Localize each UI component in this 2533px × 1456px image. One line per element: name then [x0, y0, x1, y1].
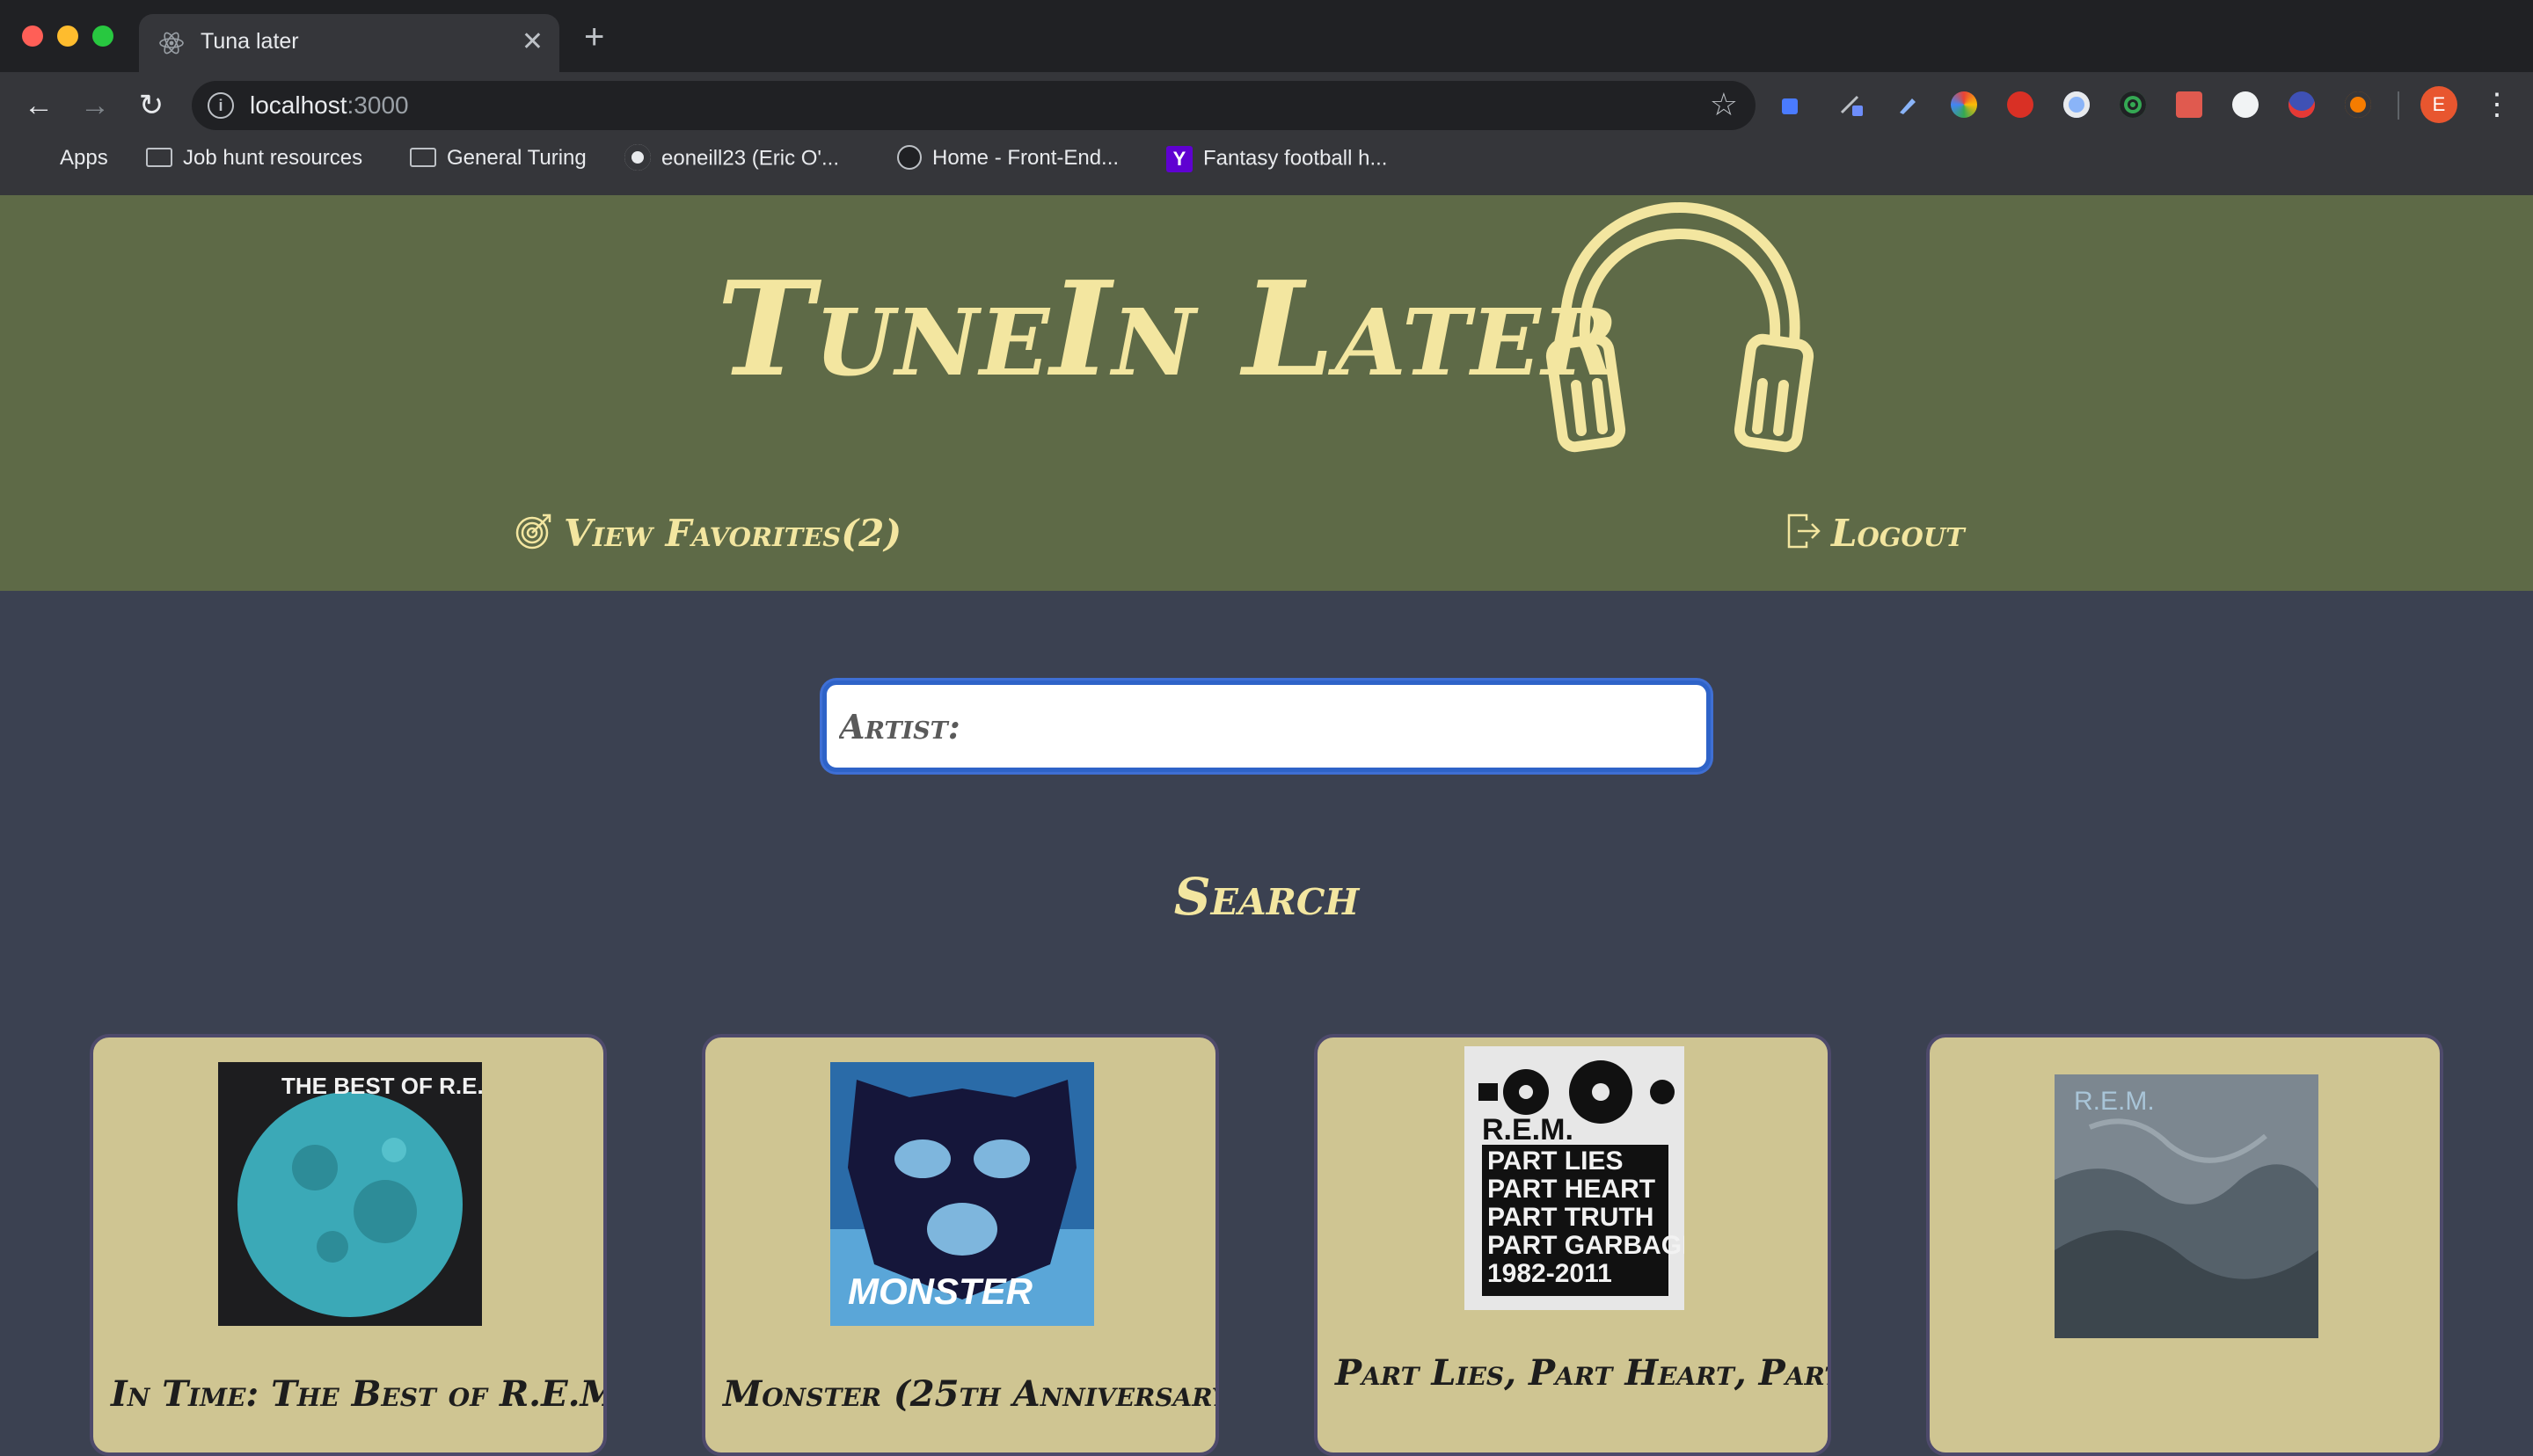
turing-icon: [897, 144, 922, 170]
bookmark-apps[interactable]: Apps: [25, 146, 108, 171]
art-caption-line: PART TRUTH: [1487, 1203, 1653, 1232]
album-art: R.E.M. PART LIES PART HEART PART TRUTH PART …: [1464, 1046, 1684, 1310]
window-close-button[interactable]: [22, 25, 43, 47]
bookmark-star-icon[interactable]: ☆: [1710, 86, 1738, 123]
bookmark-label: Apps: [60, 146, 108, 170]
search-button[interactable]: Search: [1135, 866, 1398, 928]
toolbar-divider: [2398, 91, 2399, 120]
browser-chrome: Tuna later ✕ + ← → ↻ i localhost:3000 ☆ …: [0, 0, 2533, 195]
window-minimize-button[interactable]: [57, 25, 78, 47]
url-host: localhost: [250, 91, 347, 119]
url-text[interactable]: localhost:3000: [250, 91, 409, 120]
headphones-icon: [1545, 202, 1814, 453]
folder-icon: [146, 147, 172, 167]
artist-search-input[interactable]: [827, 685, 1706, 768]
art-caption-line: 1982-2011: [1487, 1259, 1612, 1288]
stop-hand-extension-icon[interactable]: [2007, 91, 2033, 118]
artist-search-field[interactable]: [822, 681, 1711, 772]
extension-icon-9[interactable]: [2232, 91, 2259, 118]
bookmark-label: Home - Front-End...: [932, 146, 1120, 170]
apps-grid-icon: [25, 145, 49, 170]
react-icon: [159, 32, 184, 55]
app-header: TuneIn Later View Favorites(2) Logout: [0, 195, 2533, 591]
album-card[interactable]: MONSTER Monster (25th Anniversary: [702, 1034, 1219, 1456]
new-tab-button[interactable]: +: [584, 19, 604, 55]
art-caption-line: R.E.M.: [1482, 1113, 1573, 1147]
art-caption-line: PART LIES: [1487, 1147, 1623, 1176]
profile-avatar[interactable]: E: [2420, 86, 2457, 123]
folder-icon: [410, 147, 436, 167]
extension-icon-1[interactable]: [1782, 98, 1798, 114]
bookmark-label: Job hunt resources: [183, 146, 363, 170]
album-title: Part Lies, Part Heart, Part: [1335, 1352, 1831, 1394]
extension-icon-8[interactable]: [2176, 91, 2202, 118]
album-card[interactable]: R.E.M.: [1926, 1034, 2443, 1456]
color-picker-extension-icon[interactable]: [1951, 91, 1977, 118]
logout-icon: [1787, 513, 1821, 549]
window-zoom-button[interactable]: [92, 25, 113, 47]
extension-icon-7[interactable]: [2120, 91, 2146, 118]
bookmark-general-turing[interactable]: General Turing: [410, 146, 587, 171]
bookmark-label: Fantasy football h...: [1203, 146, 1388, 171]
bookmark-github[interactable]: eoneill23 (Eric O'...: [624, 144, 839, 172]
extension-icon-11[interactable]: [2345, 91, 2371, 118]
logout-label: Logout: [1831, 512, 1965, 555]
album-art: THE BEST OF R.E.M.: [218, 1062, 482, 1326]
url-port: :3000: [347, 91, 409, 119]
app-logo-title: TuneIn Later: [717, 252, 1619, 405]
extension-icon-6[interactable]: [2063, 91, 2090, 118]
yahoo-icon: Y: [1166, 146, 1193, 172]
art-caption: R.E.M.: [2074, 1087, 2155, 1116]
site-info-icon[interactable]: i: [208, 92, 234, 119]
album-art: R.E.M.: [2055, 1074, 2318, 1338]
bookmarks-bar: Apps Job hunt resources General Turing e…: [0, 141, 2533, 185]
album-title: Monster (25th Anniversary: [723, 1373, 1219, 1415]
view-favorites-link[interactable]: View Favorites(2): [515, 512, 902, 556]
bookmark-job-hunt-resources[interactable]: Job hunt resources: [146, 146, 362, 171]
art-caption: THE BEST OF R.E.M.: [281, 1073, 482, 1099]
album-card[interactable]: THE BEST OF R.E.M. In Time: The Best of …: [90, 1034, 607, 1456]
forward-button[interactable]: →: [76, 86, 114, 125]
github-icon: [624, 144, 651, 171]
extension-icon-2[interactable]: [1838, 91, 1865, 118]
art-caption-line: PART GARBAGE: [1487, 1231, 1684, 1260]
art-caption: MONSTER: [848, 1270, 1033, 1312]
bookmark-label: eoneill23 (Eric O'...: [661, 146, 839, 171]
extension-icon-10[interactable]: [2288, 91, 2315, 118]
browser-menu-icon[interactable]: ⋮: [2482, 86, 2512, 123]
target-icon: [515, 513, 551, 550]
bookmark-label: General Turing: [447, 146, 587, 170]
bookmark-fantasy-football[interactable]: Y Fantasy football h...: [1166, 146, 1387, 172]
highlighter-extension-icon[interactable]: [1894, 91, 1921, 118]
address-bar[interactable]: i localhost:3000 ☆: [192, 81, 1756, 130]
art-caption-line: PART HEART: [1487, 1175, 1655, 1204]
view-favorites-label: View Favorites(2): [564, 512, 902, 555]
tab-close-icon[interactable]: ✕: [522, 26, 544, 57]
back-button[interactable]: ←: [19, 86, 58, 125]
browser-tab[interactable]: Tuna later ✕: [139, 14, 559, 72]
reload-button[interactable]: ↻: [132, 86, 171, 125]
album-art: MONSTER: [830, 1062, 1094, 1326]
logout-link[interactable]: Logout: [1785, 512, 1965, 556]
album-title: In Time: The Best of R.E.M.: [111, 1373, 607, 1415]
tab-strip: Tuna later ✕ +: [0, 0, 2533, 72]
tab-title: Tuna later: [201, 29, 299, 54]
bookmark-front-end[interactable]: Home - Front-End...: [897, 144, 1120, 171]
album-card[interactable]: R.E.M. PART LIES PART HEART PART TRUTH PART …: [1314, 1034, 1831, 1456]
